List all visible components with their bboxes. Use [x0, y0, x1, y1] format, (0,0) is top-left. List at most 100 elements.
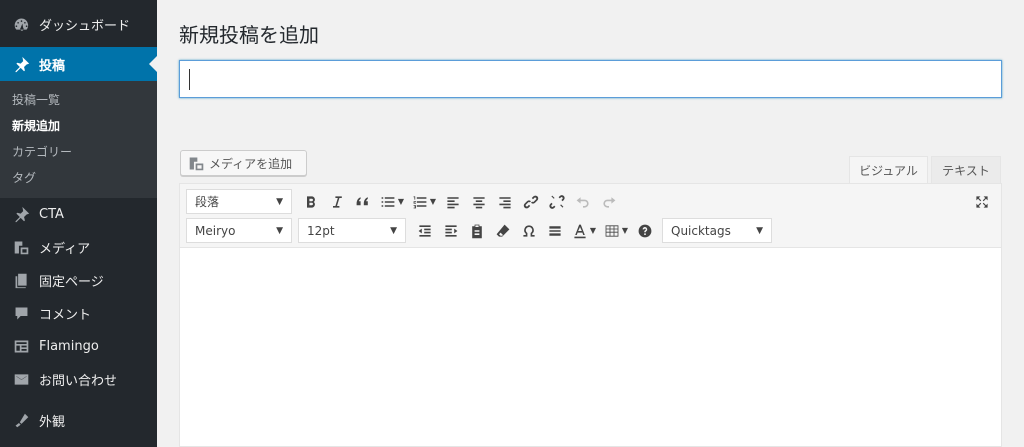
omega-icon	[523, 224, 535, 237]
dashboard-icon	[11, 15, 31, 35]
sidebar-item-contact[interactable]: お問い合わせ	[0, 363, 157, 396]
blockquote-button[interactable]	[350, 189, 376, 215]
special-character-button[interactable]	[516, 218, 542, 244]
text-color-button[interactable]: ▼	[568, 218, 600, 244]
insert-link-button[interactable]	[518, 189, 544, 215]
paste-text-button[interactable]	[464, 218, 490, 244]
tab-visual[interactable]: ビジュアル	[849, 156, 928, 183]
editor-content-area[interactable]	[180, 248, 1001, 446]
comment-icon	[11, 304, 31, 324]
tab-text[interactable]: テキスト	[931, 156, 1001, 183]
sidebar-item-label: メディア	[39, 242, 91, 257]
submenu-item-categories[interactable]: カテゴリー	[0, 138, 157, 164]
outdent-button[interactable]	[412, 218, 438, 244]
mail-icon	[11, 370, 31, 390]
font-size-select[interactable]: 12pt ▼	[298, 218, 406, 243]
pin-icon	[11, 54, 31, 74]
submenu-item-all-posts[interactable]: 投稿一覧	[0, 86, 157, 112]
horizontal-line-button[interactable]	[542, 218, 568, 244]
submenu-item-add-new[interactable]: 新規追加	[0, 112, 157, 138]
italic-button[interactable]	[324, 189, 350, 215]
sidebar-item-cta[interactable]: CTA	[0, 198, 157, 231]
unlink-icon	[549, 194, 565, 209]
sidebar-item-comments[interactable]: コメント	[0, 297, 157, 330]
chevron-down-icon: ▼	[756, 225, 763, 236]
chevron-down-icon: ▼	[589, 226, 597, 235]
numbered-list-button[interactable]: ▼	[408, 189, 440, 215]
post-title-input[interactable]	[180, 61, 1001, 97]
table-icon	[605, 224, 619, 237]
sidebar-item-label: 投稿	[39, 58, 66, 74]
quicktags-select[interactable]: Quicktags ▼	[662, 218, 772, 243]
sidebar-item-label: CTA	[39, 207, 64, 222]
editor-toolbar: 段落 ▼ ▼ ▼ Meiryo ▼ 12pt ▼ ▼ ▼ Quicktags ▼	[180, 184, 1001, 248]
sidebar-item-label: お問い合わせ	[39, 374, 118, 389]
horizontal-rule-icon	[549, 225, 561, 236]
bold-button[interactable]	[298, 189, 324, 215]
redo-button[interactable]	[596, 189, 622, 215]
sidebar-item-label: Flamingo	[39, 339, 99, 354]
format-select-value: 段落	[195, 195, 220, 209]
align-left-button[interactable]	[440, 189, 466, 215]
sidebar-item-appearance[interactable]: 外観	[0, 404, 157, 437]
align-right-button[interactable]	[492, 189, 518, 215]
align-left-icon	[447, 196, 459, 208]
sidebar-item-pages[interactable]: 固定ページ	[0, 264, 157, 297]
clear-formatting-button[interactable]	[490, 218, 516, 244]
post-editor: 段落 ▼ ▼ ▼ Meiryo ▼ 12pt ▼ ▼ ▼ Quicktags ▼	[179, 183, 1002, 447]
help-icon	[638, 224, 652, 237]
chevron-down-icon: ▼	[621, 226, 629, 235]
sidebar-item-media[interactable]: メディア	[0, 231, 157, 264]
align-center-icon	[473, 196, 485, 208]
add-media-label: メディアを追加	[209, 156, 293, 171]
format-select[interactable]: 段落 ▼	[186, 189, 292, 214]
quicktags-value: Quicktags	[671, 223, 731, 238]
sidebar-item-flamingo[interactable]: Flamingo	[0, 330, 157, 363]
sidebar-item-label: ダッシュボード	[39, 19, 131, 34]
sidebar-item-posts[interactable]: 投稿	[0, 47, 157, 81]
bold-icon	[307, 195, 315, 208]
bullet-list-button[interactable]: ▼	[376, 189, 408, 215]
appearance-icon	[11, 411, 31, 431]
toolbar-row-1: 段落 ▼ ▼ ▼	[186, 188, 622, 215]
align-center-button[interactable]	[466, 189, 492, 215]
undo-button[interactable]	[570, 189, 596, 215]
undo-icon	[576, 196, 589, 208]
font-family-select[interactable]: Meiryo ▼	[186, 218, 292, 243]
table-button[interactable]: ▼	[600, 218, 632, 244]
media-icon	[11, 238, 31, 258]
text-color-icon	[574, 224, 586, 238]
add-media-button[interactable]: メディアを追加	[180, 150, 307, 176]
eraser-icon	[496, 224, 510, 237]
numbered-list-icon	[413, 195, 427, 208]
admin-sidebar: ダッシュボード 投稿 投稿一覧 新規追加 カテゴリー タグ CTA メディア 固…	[0, 0, 157, 447]
posts-submenu: 投稿一覧 新規追加 カテゴリー タグ	[0, 81, 157, 198]
remove-link-button[interactable]	[544, 189, 570, 215]
indent-button[interactable]	[438, 218, 464, 244]
chevron-down-icon: ▼	[276, 196, 283, 207]
chevron-down-icon: ▼	[390, 225, 397, 236]
font-size-value: 12pt	[307, 223, 335, 238]
toolbar-row-2: Meiryo ▼ 12pt ▼ ▼ ▼ Quicktags ▼	[186, 217, 778, 244]
link-icon	[523, 195, 539, 208]
sidebar-item-label: コメント	[39, 308, 92, 323]
flamingo-icon	[11, 337, 31, 357]
fullscreen-button[interactable]	[969, 189, 995, 215]
page-title: 新規投稿を追加	[179, 23, 319, 47]
sidebar-item-dashboard[interactable]: ダッシュボード	[0, 8, 157, 41]
submenu-item-tags[interactable]: タグ	[0, 164, 157, 190]
quote-icon	[356, 196, 368, 205]
chevron-down-icon: ▼	[276, 225, 283, 236]
italic-icon	[333, 195, 342, 208]
outdent-icon	[418, 224, 431, 237]
clipboard-icon	[472, 224, 482, 238]
post-title-field[interactable]	[179, 60, 1002, 98]
indent-icon	[445, 224, 458, 237]
font-family-value: Meiryo	[195, 223, 236, 238]
pin-icon	[11, 205, 31, 225]
align-right-icon	[499, 196, 511, 208]
chevron-down-icon: ▼	[429, 197, 437, 206]
sidebar-item-label: 固定ページ	[39, 275, 104, 290]
media-icon	[189, 157, 204, 170]
help-button[interactable]	[632, 218, 658, 244]
